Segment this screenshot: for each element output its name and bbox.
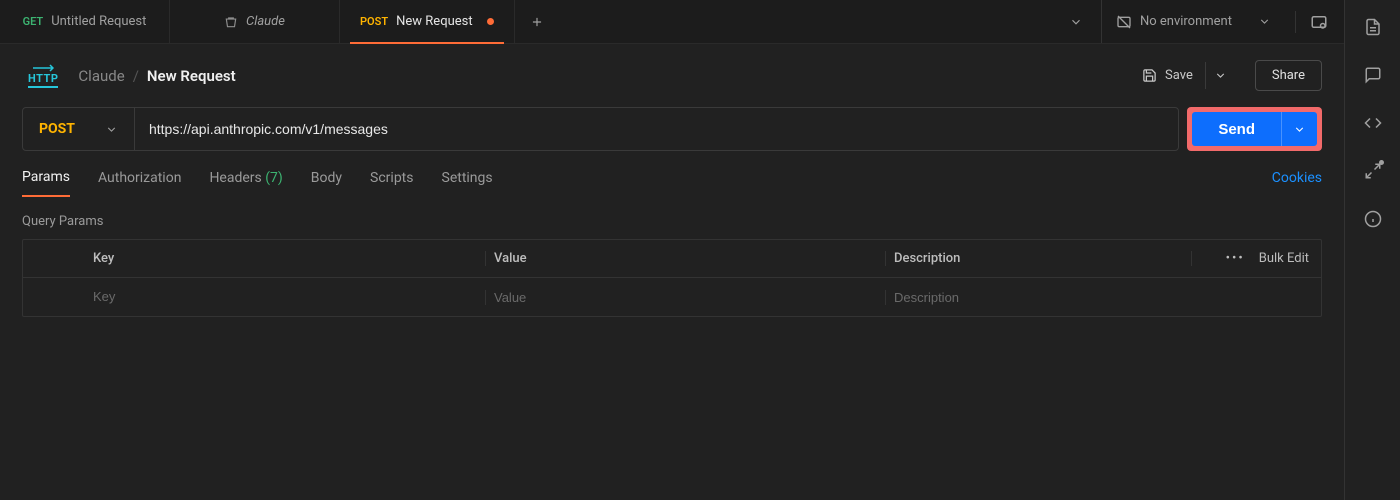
tab-new-request[interactable]: POST New Request — [340, 0, 515, 43]
method-badge-post: POST — [360, 15, 388, 28]
tab-label: New Request — [396, 14, 472, 29]
tabbar-right: No environment — [1061, 0, 1344, 43]
url-row: POST Send — [22, 107, 1322, 151]
col-description: Description — [885, 251, 1191, 266]
col-value: Value — [485, 251, 885, 266]
tab-settings[interactable]: Settings — [442, 170, 493, 196]
tab-headers-label: Headers — [209, 170, 261, 186]
send-button[interactable]: Send — [1192, 112, 1281, 146]
expand-icon[interactable] — [1364, 162, 1382, 180]
send-dropdown-button[interactable] — [1281, 112, 1317, 146]
tab-label: Untitled Request — [51, 14, 146, 29]
col-key: Key — [85, 251, 485, 266]
breadcrumb-separator: / — [133, 67, 139, 85]
query-params-table: Key Value Description ••• Bulk Edit — [22, 239, 1322, 317]
code-icon[interactable] — [1364, 114, 1382, 132]
tab-authorization[interactable]: Authorization — [98, 170, 181, 196]
tab-claude-collection[interactable]: Claude — [170, 0, 340, 43]
tab-scripts[interactable]: Scripts — [370, 170, 413, 196]
breadcrumb-current: New Request — [147, 67, 236, 85]
new-tab-button[interactable] — [515, 0, 559, 43]
send-highlight: Send — [1187, 107, 1322, 151]
breadcrumb: Claude / New Request — [78, 67, 235, 85]
param-key-input[interactable] — [93, 289, 485, 304]
cookies-link[interactable]: Cookies — [1272, 170, 1322, 196]
breadcrumb-parent[interactable]: Claude — [78, 67, 124, 85]
tab-label: Claude — [246, 14, 285, 29]
query-params-title: Query Params — [0, 198, 1344, 239]
collection-icon — [224, 15, 238, 29]
chevron-down-icon — [105, 123, 118, 136]
tab-params[interactable]: Params — [22, 169, 70, 197]
table-more-button[interactable]: ••• — [1226, 251, 1245, 266]
save-button-group: Save — [1130, 61, 1235, 90]
save-icon — [1142, 68, 1157, 83]
environment-quicklook-button[interactable] — [1306, 13, 1332, 31]
tab-body[interactable]: Body — [311, 170, 342, 196]
tab-bar: GET Untitled Request Claude POST New Req… — [0, 0, 1344, 44]
breadcrumb-row: HTTP Claude / New Request Save Share — [0, 44, 1344, 101]
save-button[interactable]: Save — [1130, 61, 1205, 90]
documentation-icon[interactable] — [1364, 18, 1382, 36]
param-description-input[interactable] — [894, 290, 1191, 305]
environment-select[interactable]: No environment — [1101, 0, 1285, 43]
method-badge-get: GET — [23, 15, 44, 28]
url-box: POST — [22, 107, 1179, 151]
unsaved-dot-icon — [487, 18, 494, 25]
comments-icon[interactable] — [1364, 66, 1382, 84]
save-label: Save — [1165, 68, 1193, 83]
tab-overflow-button[interactable] — [1061, 15, 1091, 29]
url-input[interactable] — [135, 108, 1178, 150]
param-value-input[interactable] — [494, 290, 885, 305]
save-dropdown-button[interactable] — [1205, 62, 1235, 89]
tab-headers[interactable]: Headers (7) — [209, 170, 282, 196]
request-tabs: Params Authorization Headers (7) Body Sc… — [0, 151, 1344, 198]
table-header-row: Key Value Description ••• Bulk Edit — [23, 240, 1321, 278]
main-panel: GET Untitled Request Claude POST New Req… — [0, 0, 1344, 500]
tab-headers-count: (7) — [265, 170, 283, 186]
http-badge-icon: HTTP — [28, 64, 58, 88]
share-button[interactable]: Share — [1255, 60, 1322, 91]
bulk-edit-button[interactable]: Bulk Edit — [1259, 251, 1309, 266]
no-environment-icon — [1116, 14, 1132, 30]
method-label: POST — [39, 121, 75, 137]
divider — [1295, 11, 1296, 33]
table-row — [23, 278, 1321, 316]
info-icon[interactable] — [1364, 210, 1382, 228]
method-select[interactable]: POST — [23, 108, 135, 150]
environment-label: No environment — [1140, 14, 1232, 29]
tab-untitled-request[interactable]: GET Untitled Request — [0, 0, 170, 43]
chevron-down-icon — [1258, 15, 1271, 28]
right-sidebar — [1344, 0, 1400, 500]
